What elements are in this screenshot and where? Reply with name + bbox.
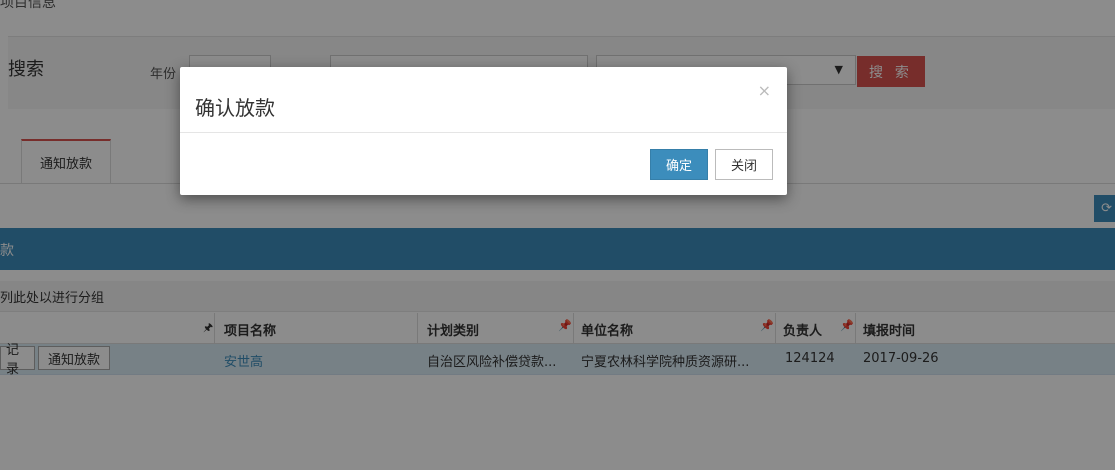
page: 项目信息 搜索 年份 ▼ 搜 索 通知放款 ⟳ 款 列此处以进行分组 🖈 项目名…	[0, 0, 1115, 470]
dialog-divider	[180, 132, 787, 133]
dialog-title: 确认放款	[195, 96, 275, 120]
close-button[interactable]: 关闭	[715, 149, 773, 180]
close-icon[interactable]: ×	[758, 81, 771, 100]
confirm-loan-dialog: 确认放款 × 确定 关闭	[180, 67, 787, 195]
confirm-button[interactable]: 确定	[650, 149, 708, 180]
